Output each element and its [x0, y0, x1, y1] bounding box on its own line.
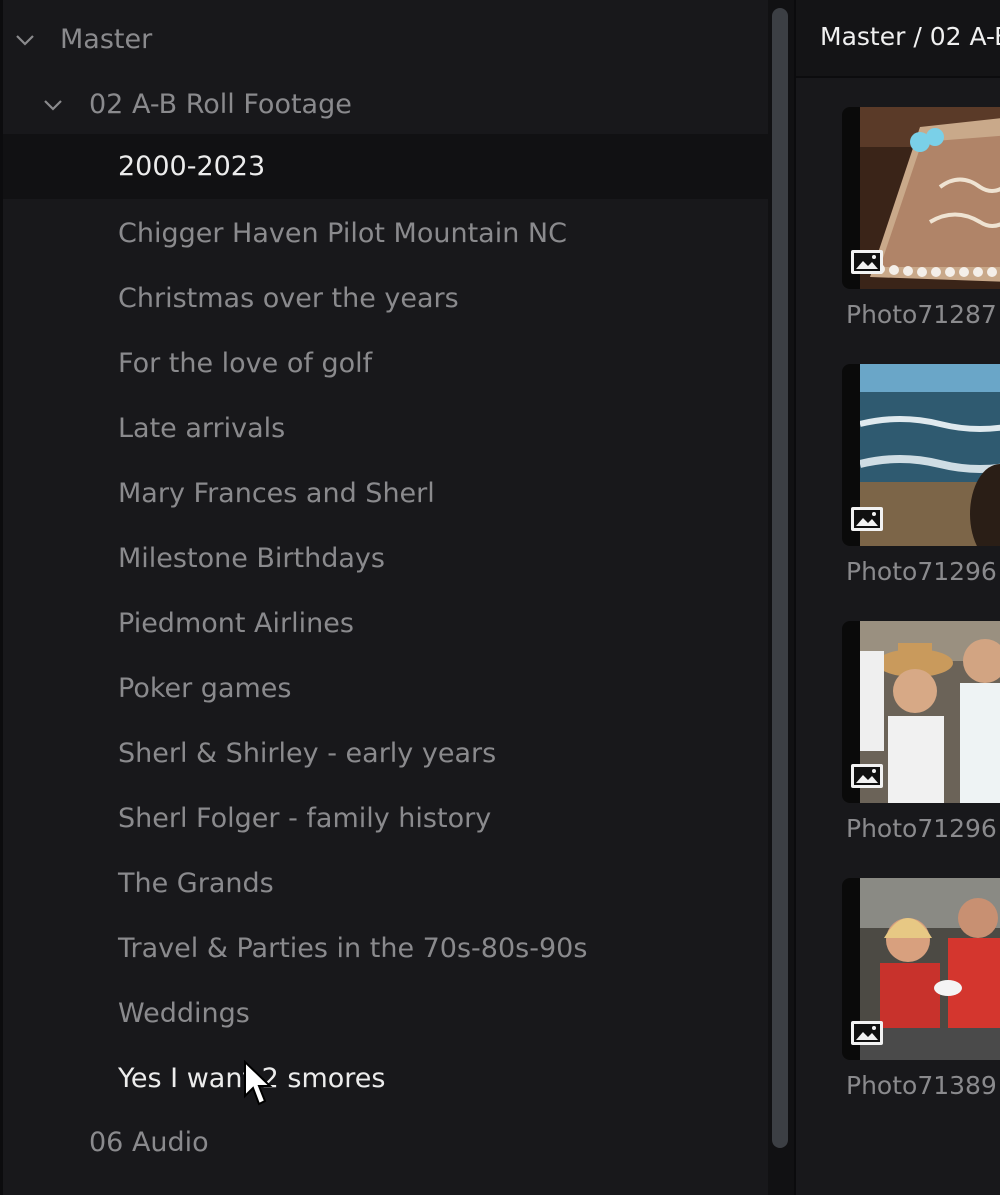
tree-item-sherl-shirley[interactable]: Sherl & Shirley - early years	[3, 721, 768, 786]
tree-label-folder: 02 A-B Roll Footage	[89, 89, 352, 120]
mouse-cursor-icon	[244, 1060, 273, 1106]
tree-item-label: Sherl Folger - family history	[118, 803, 492, 834]
clip-name: Photo71287	[846, 300, 997, 329]
chevron-down-icon[interactable]	[39, 91, 67, 119]
tree-item-label: Poker games	[118, 673, 292, 704]
clip-thumbnail[interactable]	[842, 621, 1000, 803]
tree-item-milestone-birthdays[interactable]: Milestone Birthdays	[3, 526, 768, 591]
tree-item-label: 2000-2023	[118, 151, 266, 182]
breadcrumb[interactable]: Master / 02 A-B	[820, 22, 1000, 51]
clip-thumbnail[interactable]	[842, 107, 1000, 289]
media-pool-panel: Master / 02 A-B Photo71287 Photo71296 Ph…	[794, 0, 1000, 1195]
tree-item-smores[interactable]: Yes I want 2 smores	[3, 1046, 768, 1111]
tree-item-piedmont-airlines[interactable]: Piedmont Airlines	[3, 591, 768, 656]
clip-name: Photo71296	[846, 557, 997, 586]
tree-item-label: Weddings	[118, 998, 250, 1029]
tree-item-label: Milestone Birthdays	[118, 543, 385, 574]
tree-row-master[interactable]: Master	[3, 7, 768, 72]
tree-item-label: Chigger Haven Pilot Mountain NC	[118, 218, 567, 249]
tree-item-mary-frances[interactable]: Mary Frances and Sherl	[3, 461, 768, 526]
clip-thumbnail[interactable]	[842, 878, 1000, 1060]
tree-item-2000-2023[interactable]: 2000-2023	[3, 134, 768, 199]
scrollbar-track[interactable]	[768, 0, 794, 1195]
scrollbar-thumb[interactable]	[772, 8, 788, 1148]
tree-row-06-audio[interactable]: 06 Audio	[3, 1110, 768, 1175]
image-icon	[850, 763, 884, 789]
tree-item-travel-parties[interactable]: Travel & Parties in the 70s-80s-90s	[3, 916, 768, 981]
tree-item-label: For the love of golf	[118, 348, 373, 379]
tree-item-christmas[interactable]: Christmas over the years	[3, 266, 768, 331]
tree-item-weddings[interactable]: Weddings	[3, 981, 768, 1046]
tree-item-late-arrivals[interactable]: Late arrivals	[3, 396, 768, 461]
tree-item-sherl-folger[interactable]: Sherl Folger - family history	[3, 786, 768, 851]
tree-item-label: Mary Frances and Sherl	[118, 478, 435, 509]
tree-item-label: Piedmont Airlines	[118, 608, 354, 639]
tree-item-label: Late arrivals	[118, 413, 286, 444]
tree-item-label: Sherl & Shirley - early years	[118, 738, 497, 769]
tree-item-the-grands[interactable]: The Grands	[3, 851, 768, 916]
tree-item-poker-games[interactable]: Poker games	[3, 656, 768, 721]
tree-item-label: The Grands	[118, 868, 274, 899]
tree-item-label: Christmas over the years	[118, 283, 459, 314]
breadcrumb-bar: Master / 02 A-B	[796, 0, 1000, 78]
tree-item-chigger-haven[interactable]: Chigger Haven Pilot Mountain NC	[3, 201, 768, 266]
tree-label-master: Master	[60, 24, 153, 55]
tree-row-02-a-b-roll-footage[interactable]: 02 A-B Roll Footage	[3, 72, 768, 137]
chevron-down-icon[interactable]	[11, 26, 39, 54]
clip-thumbnail[interactable]	[842, 364, 1000, 546]
clip-name: Photo71296	[846, 814, 997, 843]
tree-item-golf[interactable]: For the love of golf	[3, 331, 768, 396]
tree-item-label: Travel & Parties in the 70s-80s-90s	[118, 933, 588, 964]
bin-tree-panel: Master 02 A-B Roll Footage 2000-2023 Chi…	[0, 0, 768, 1195]
image-icon	[850, 249, 884, 275]
tree-label-audio: 06 Audio	[89, 1127, 209, 1158]
image-icon	[850, 1020, 884, 1046]
clip-name: Photo71389	[846, 1071, 997, 1100]
image-icon	[850, 506, 884, 532]
